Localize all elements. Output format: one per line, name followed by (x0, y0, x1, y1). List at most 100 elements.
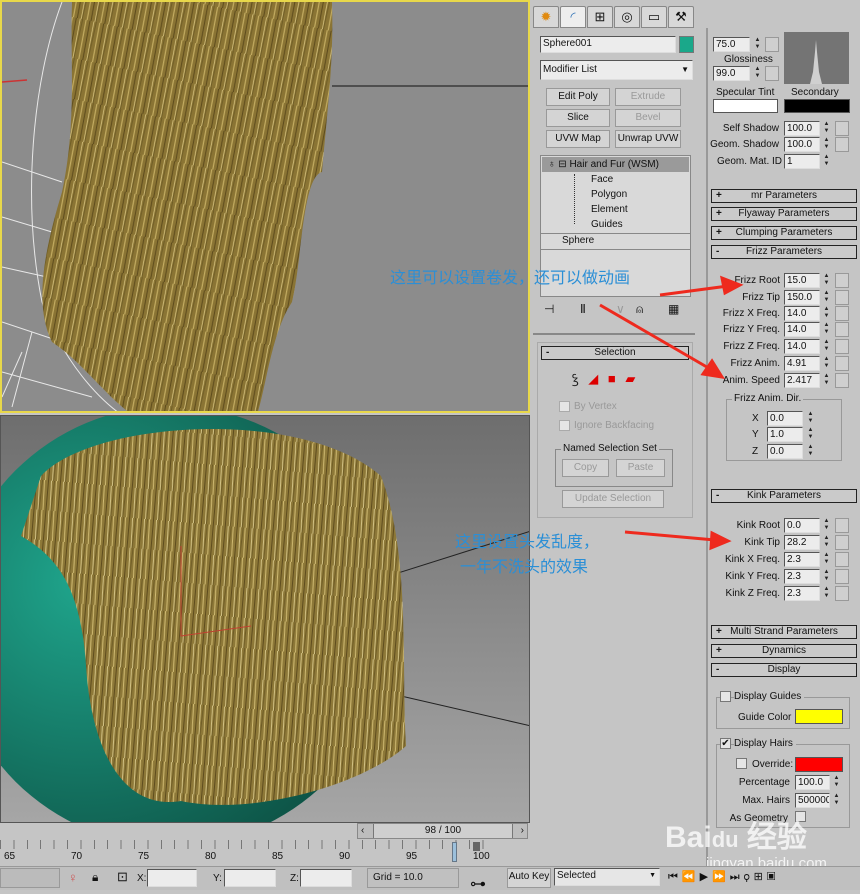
glossiness-field[interactable]: 99.0 (713, 66, 750, 81)
specular-tint-swatch[interactable] (713, 99, 778, 113)
kink-parameters-rollout[interactable]: - Kink Parameters (711, 489, 857, 503)
frizz-parameters-rollout[interactable]: - Frizz Parameters (711, 245, 857, 259)
modify-icon[interactable]: ◜ (560, 6, 586, 28)
selection-rollout-header[interactable]: - Selection (541, 346, 689, 360)
override-checkbox[interactable] (736, 758, 747, 769)
kink-z-freq-map-button[interactable] (835, 586, 849, 601)
anim-speed-map-button[interactable] (835, 373, 849, 388)
display-guides-checkbox[interactable] (720, 691, 731, 702)
kink-x-freq-map-button[interactable] (835, 552, 849, 567)
stack-item-sphere[interactable]: Sphere (562, 235, 594, 246)
frizz-anim-field[interactable]: 4.91 (784, 356, 820, 371)
specular-field[interactable]: 75.0 (713, 37, 750, 52)
stack-subitem-guides[interactable]: Guides (591, 219, 623, 230)
override-color-swatch[interactable] (795, 757, 843, 772)
uvw-map-button[interactable]: UVW Map (546, 130, 610, 148)
zoom-icon[interactable]: ⚲ (744, 871, 754, 883)
frizz-anim-spinner[interactable]: ▲ ▼ (822, 356, 831, 371)
multi-strand-rollout[interactable]: + Multi Strand Parameters (711, 625, 857, 639)
kink-x-freq-spinner[interactable]: ▲ ▼ (822, 552, 831, 567)
specular-spinner[interactable]: ▲ ▼ (753, 37, 762, 52)
kink-root-map-button[interactable] (835, 518, 849, 533)
x-coordinate-field[interactable] (147, 869, 197, 887)
collapse-icon[interactable]: ⊟ (558, 159, 566, 170)
glossiness-spinner[interactable]: ▲ ▼ (753, 66, 762, 81)
frizz-y-freq-field[interactable]: 14.0 (784, 322, 820, 337)
ignore-backfacing-checkbox[interactable] (559, 420, 570, 431)
frizz-z-freq-field[interactable]: 14.0 (784, 339, 820, 354)
guides-mode-icon[interactable]: ꝣ (572, 371, 579, 386)
hierarchy-icon[interactable]: ⊞ (587, 6, 613, 28)
auto-key-button[interactable]: Auto Key (507, 868, 551, 888)
display-hairs-checkbox[interactable]: ✔ (720, 738, 731, 749)
extrude-button[interactable]: Extrude (615, 88, 681, 106)
unwrap-uvw-button[interactable]: Unwrap UVW (615, 130, 681, 148)
create-icon[interactable]: ✹ (533, 6, 559, 28)
geom-mat-id-field[interactable]: 1 (784, 154, 820, 169)
stack-subitem-polygon[interactable]: Polygon (591, 189, 627, 200)
configure-sets-icon[interactable]: ▦ (668, 302, 679, 316)
frizz-y-freq-map-button[interactable] (835, 322, 849, 337)
frizz-tip-field[interactable]: 150.0 (784, 290, 820, 305)
edit-poly-button[interactable]: Edit Poly (546, 88, 610, 106)
stack-subitem-face[interactable]: Face (591, 174, 613, 185)
time-slider-thumb[interactable]: 98 / 100 (373, 824, 513, 838)
goto-end-icon[interactable]: ⏭ (730, 871, 744, 883)
key-filter-dropdown[interactable]: Selected ▼ (554, 868, 660, 886)
kink-y-freq-field[interactable]: 2.3 (784, 569, 820, 584)
stack-item-hair-and-fur[interactable]: ♁ ⊟ Hair and Fur (WSM) (542, 157, 689, 172)
pin-stack-icon[interactable]: ⊣ (544, 302, 554, 316)
face-mode-icon[interactable]: ◢ (588, 371, 598, 386)
geom-shadow-field[interactable]: 100.0 (784, 137, 820, 152)
kink-y-freq-spinner[interactable]: ▲ ▼ (822, 569, 831, 584)
viewport-perspective[interactable] (0, 415, 530, 823)
kink-x-freq-field[interactable]: 2.3 (784, 552, 820, 567)
display-icon[interactable]: ▭ (641, 6, 667, 28)
frizz-dir-y-field[interactable]: 1.0 (767, 427, 803, 442)
geom-shadow-spinner[interactable]: ▲ ▼ (822, 137, 831, 152)
frizz-y-freq-spinner[interactable]: ▲ ▼ (822, 322, 831, 337)
kink-tip-spinner[interactable]: ▲ ▼ (822, 535, 831, 550)
slice-button[interactable]: Slice (546, 109, 610, 127)
frizz-root-map-button[interactable] (835, 273, 849, 288)
specular-map-button[interactable] (765, 37, 779, 52)
modifier-list-dropdown[interactable]: Modifier List ▼ (540, 60, 693, 80)
y-coordinate-field[interactable] (224, 869, 276, 887)
self-shadow-map-button[interactable] (835, 121, 849, 136)
self-shadow-field[interactable]: 100.0 (784, 121, 820, 136)
dynamics-rollout[interactable]: + Dynamics (711, 644, 857, 658)
zoom-extents-icon[interactable]: ⊞ (754, 871, 767, 883)
kink-root-field[interactable]: 0.0 (784, 518, 820, 533)
kink-tip-map-button[interactable] (835, 535, 849, 550)
geom-shadow-map-button[interactable] (835, 137, 849, 152)
next-key-icon[interactable]: ⏩ (712, 871, 730, 883)
element-mode-icon[interactable]: ▰ (625, 371, 635, 386)
self-shadow-spinner[interactable]: ▲ ▼ (822, 121, 831, 136)
play-icon[interactable]: ▶ (700, 871, 712, 883)
max-hairs-spinner[interactable]: ▲ ▼ (832, 793, 841, 808)
update-selection-button[interactable]: Update Selection (562, 490, 664, 508)
field-of-view-icon[interactable]: ▣ (767, 871, 780, 883)
stack-subitem-element[interactable]: Element (591, 204, 628, 215)
bevel-button[interactable]: Bevel (615, 109, 681, 127)
display-rollout[interactable]: - Display (711, 663, 857, 677)
prev-key-icon[interactable]: ⏪ (682, 871, 700, 883)
frizz-dir-x-field[interactable]: 0.0 (767, 411, 803, 426)
anim-speed-spinner[interactable]: ▲ ▼ (822, 373, 831, 388)
frizz-x-freq-spinner[interactable]: ▲ ▼ (822, 306, 831, 321)
copy-button[interactable]: Copy (562, 459, 609, 477)
frizz-x-freq-map-button[interactable] (835, 306, 849, 321)
set-key-icon[interactable]: ⊶ (470, 874, 486, 894)
flyaway-parameters-rollout[interactable]: + Flyaway Parameters (711, 207, 857, 221)
kink-z-freq-field[interactable]: 2.3 (784, 586, 820, 601)
anim-speed-field[interactable]: 2.417 (784, 373, 820, 388)
object-color-swatch[interactable] (679, 36, 694, 53)
guide-color-swatch[interactable] (795, 709, 843, 724)
mr-parameters-rollout[interactable]: + mr Parameters (711, 189, 857, 203)
geom-mat-id-spinner[interactable]: ▲ ▼ (822, 154, 831, 169)
lock-icon[interactable]: 🔒︎ (92, 870, 98, 885)
time-slider[interactable]: ‹ 98 / 100 › (357, 823, 528, 839)
frizz-z-freq-map-button[interactable] (835, 339, 849, 354)
frizz-x-freq-field[interactable]: 14.0 (784, 306, 820, 321)
kink-tip-field[interactable]: 28.2 (784, 535, 820, 550)
